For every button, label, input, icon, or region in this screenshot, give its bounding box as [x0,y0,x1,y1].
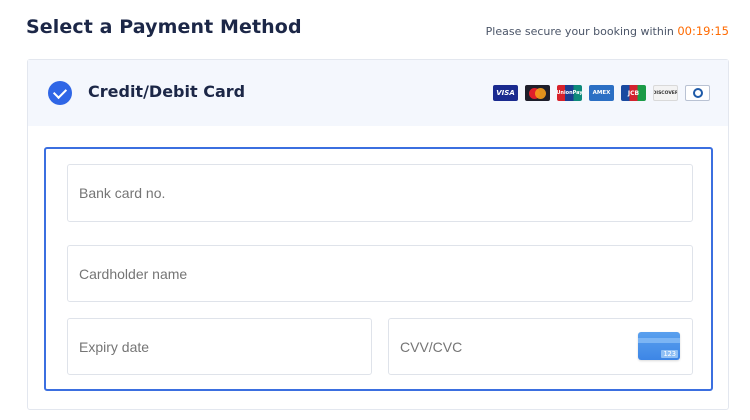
payment-panel: Credit/Debit Card VISA UnionPay AMEX JCB… [27,59,729,410]
payment-method-label: Credit/Debit Card [88,82,246,101]
payment-method-option[interactable]: Credit/Debit Card VISA UnionPay AMEX JCB… [28,60,728,126]
jcb-icon: JCB [621,85,646,101]
diners-club-icon [685,85,710,101]
card-number-input[interactable] [67,164,693,222]
discover-icon: DISCOVER [653,85,678,101]
mastercard-icon [525,85,550,101]
amex-icon: AMEX [589,85,614,101]
unionpay-icon: UnionPay [557,85,582,101]
cardholder-name-input[interactable] [67,245,693,302]
card-brand-logos: VISA UnionPay AMEX JCB DISCOVER [493,85,710,101]
countdown-timer: 00:19:15 [677,24,729,38]
card-back-cvv-icon: 123 [638,332,680,360]
expiry-date-input[interactable] [67,318,372,375]
visa-icon: VISA [493,85,518,101]
cvv-hint-text: 123 [661,350,678,358]
booking-timer-note: Please secure your booking within 00:19:… [486,24,729,38]
checkmark-icon[interactable] [48,81,72,105]
page-title: Select a Payment Method [26,16,302,38]
secure-text: Please secure your booking within [485,25,674,38]
card-form: 123 [44,147,713,391]
